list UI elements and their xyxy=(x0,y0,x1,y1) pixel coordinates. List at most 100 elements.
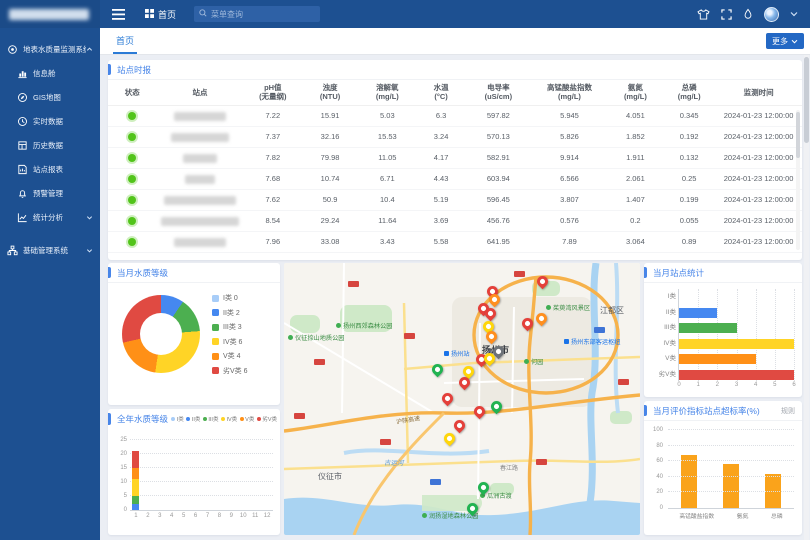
value-cell: 8.54 xyxy=(243,210,302,231)
more-button[interactable]: 更多 xyxy=(766,33,804,49)
table-scrollbar[interactable] xyxy=(796,110,800,250)
road-shield xyxy=(404,333,415,339)
tab-home[interactable]: 首页 xyxy=(113,28,137,54)
exceed-bar xyxy=(723,464,739,508)
table-col-header: 状态 xyxy=(108,80,157,105)
hbar-category-label: II类 xyxy=(654,305,676,321)
topbar: 首页 xyxy=(100,0,810,28)
panel-title: 当月站点统计 xyxy=(644,263,802,283)
value-cell: 7.96 xyxy=(243,231,302,252)
sidebar-item-base-system[interactable]: 基础管理系统 xyxy=(0,238,100,262)
station-map[interactable]: 扬州市江都区仪征市茱萸湾风景区扬州西郊森林公园仪征捺山地质公园润扬湿地森林公园瓜… xyxy=(284,263,640,535)
chevron-down-icon xyxy=(791,39,798,44)
annual-chart: 0510152025 xyxy=(130,441,273,511)
table-row[interactable]: 7.6250.910.45.19596.453.8071.4070.199202… xyxy=(108,189,802,210)
station-name-blurred xyxy=(161,217,239,226)
theme-icon[interactable] xyxy=(697,9,710,20)
hbar-bar xyxy=(679,370,794,380)
legend-item: II类 2 xyxy=(212,308,248,318)
value-cell: 0.89 xyxy=(663,231,715,252)
status-online-dot xyxy=(128,196,136,204)
value-cell: 7.37 xyxy=(243,126,302,147)
base-icon xyxy=(7,245,18,256)
hbar-category-label: I类 xyxy=(654,289,676,305)
road-shield xyxy=(348,281,359,287)
value-cell: 5.03 xyxy=(358,105,417,126)
value-cell: 456.76 xyxy=(465,210,531,231)
sidebar-item-alert-management[interactable]: 预警管理 xyxy=(0,181,100,205)
map-label: 春江路 xyxy=(500,463,518,472)
exceed-x-axis: 高锰酸盐指数氨氮总磷 xyxy=(668,511,794,520)
user-chevron-down-icon[interactable] xyxy=(790,11,798,17)
sidebar-item-station-report[interactable]: 站点报表 xyxy=(0,157,100,181)
table-row[interactable]: 7.6810.746.714.43603.946.5662.0610.25202… xyxy=(108,168,802,189)
page-scrollbar[interactable] xyxy=(804,55,809,540)
bar-segment xyxy=(132,496,139,504)
panel-title: 全年水质等级 I类II类III类IV类V类劣V类 xyxy=(108,409,280,429)
table-row[interactable]: 7.8279.9811.054.17582.919.9141.9110.1322… xyxy=(108,147,802,168)
dashboard-content: 站点时报 状态站点pH值(无量纲)浊度(NTU)溶解氧(mg/L)水温(°C)电… xyxy=(100,55,810,540)
value-cell: 1.852 xyxy=(608,126,664,147)
table-row[interactable]: 7.9633.083.435.58641.957.893.0640.892024… xyxy=(108,231,802,252)
status-online-dot xyxy=(128,217,136,225)
hbar-bar xyxy=(679,339,794,349)
table-header-row: 状态站点pH值(无量纲)浊度(NTU)溶解氧(mg/L)水温(°C)电导率(uS… xyxy=(108,80,802,105)
sidebar: 地表水质量监测系统信息舱GIS地图实时数据历史数据站点报表预警管理统计分析基础管… xyxy=(0,0,100,540)
value-cell: 3.69 xyxy=(417,210,466,231)
legend-item: III类 xyxy=(203,415,219,423)
value-cell: 5.19 xyxy=(417,189,466,210)
table-col-header: 总磷(mg/L) xyxy=(663,80,715,105)
home-link[interactable]: 首页 xyxy=(145,8,176,21)
value-cell: 582.91 xyxy=(465,147,531,168)
menu-collapse-icon[interactable] xyxy=(112,9,125,20)
nav-label: 历史数据 xyxy=(33,140,63,151)
value-cell: 4.051 xyxy=(608,105,664,126)
time-cell: 2024-01-23 12:00:00 xyxy=(715,168,802,189)
chevron-down-icon xyxy=(86,247,93,254)
fullscreen-icon[interactable] xyxy=(721,9,732,20)
status-cell xyxy=(108,210,157,231)
status-cell xyxy=(108,147,157,168)
menu-search[interactable] xyxy=(194,6,320,22)
user-avatar[interactable] xyxy=(764,7,779,22)
road-shield xyxy=(314,359,325,365)
sidebar-item-history-data[interactable]: 历史数据 xyxy=(0,133,100,157)
time-cell: 2024-01-23 12:00:00 xyxy=(715,189,802,210)
logo-blurred-text xyxy=(9,9,89,20)
sidebar-item-realtime-data[interactable]: 实时数据 xyxy=(0,109,100,133)
value-cell: 0.132 xyxy=(663,147,715,168)
search-input[interactable] xyxy=(211,10,315,19)
station-name-blurred xyxy=(164,196,236,205)
map-label: 何园 xyxy=(524,357,543,366)
value-cell: 6.566 xyxy=(531,168,607,189)
stats-icon xyxy=(17,212,28,223)
value-cell: 3.807 xyxy=(531,189,607,210)
topbar-actions xyxy=(697,7,798,22)
exceed-chart: 020406080100 xyxy=(668,431,794,509)
sidebar-nav: 地表水质量监测系统信息舱GIS地图实时数据历史数据站点报表预警管理统计分析基础管… xyxy=(0,37,100,262)
table-col-header: pH值(无量纲) xyxy=(243,80,302,105)
map-label: 古运河 xyxy=(384,457,404,467)
sidebar-item-stats-analysis[interactable]: 统计分析 xyxy=(0,205,100,229)
water-drop-icon[interactable] xyxy=(743,8,753,20)
legend-item: 劣V类 xyxy=(257,415,277,423)
system-icon xyxy=(7,44,18,55)
search-icon xyxy=(199,9,207,19)
value-cell: 0.192 xyxy=(663,126,715,147)
value-cell: 7.62 xyxy=(243,189,302,210)
sidebar-item-info-hub[interactable]: 信息舱 xyxy=(0,61,100,85)
map-label: 茱萸湾风景区 xyxy=(546,303,590,312)
station-name-blurred xyxy=(174,238,226,247)
panel-title: 当月评价指标站点超标率(%) 规则 xyxy=(644,401,802,421)
sidebar-item-gis-map[interactable]: GIS地图 xyxy=(0,85,100,109)
value-cell: 0.055 xyxy=(663,210,715,231)
sidebar-item-surface-water-system[interactable]: 地表水质量监测系统 xyxy=(0,37,100,61)
table-row[interactable]: 7.2215.915.036.3597.825.9454.0510.345202… xyxy=(108,105,802,126)
legend-item: V类 xyxy=(240,415,255,423)
table-row[interactable]: 8.5429.2411.643.69456.760.5760.20.055202… xyxy=(108,210,802,231)
road-shield xyxy=(536,459,547,465)
value-cell: 5.945 xyxy=(531,105,607,126)
table-row[interactable]: 7.3732.1615.533.24570.135.8261.8520.1922… xyxy=(108,126,802,147)
rules-link[interactable]: 规则 xyxy=(781,406,795,416)
exceed-bar xyxy=(681,455,697,508)
